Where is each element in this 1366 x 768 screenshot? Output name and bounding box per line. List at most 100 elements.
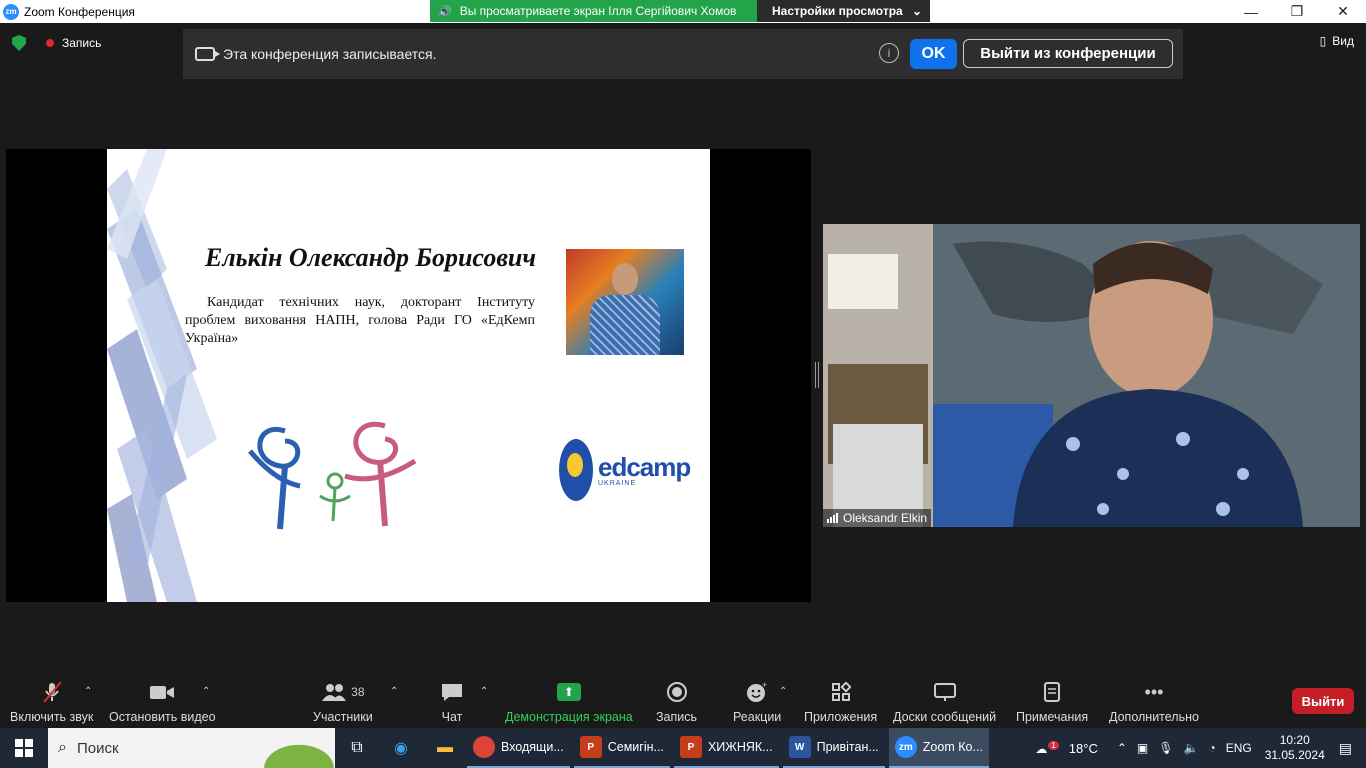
portrait-body [590, 295, 660, 355]
participant-name-tag: Oleksandr Elkin [823, 509, 932, 527]
network-icon[interactable]: ◔ [1208, 741, 1215, 755]
share-screen-label: Демонстрация экрана [505, 710, 633, 724]
window-controls: — ❐ ✕ [1228, 0, 1366, 23]
edcamp-drop-icon [559, 439, 593, 501]
volume-icon[interactable]: 🔈 [1183, 741, 1198, 755]
portrait-head [612, 263, 638, 295]
participants-count: 38 [351, 685, 365, 699]
more-label: Дополнительно [1109, 710, 1199, 724]
meet-now-icon[interactable]: ▣ [1137, 741, 1148, 755]
notes-icon [1042, 680, 1062, 704]
view-label: Вид [1332, 34, 1354, 48]
taskbar-app-zoom[interactable]: zm Zoom Ко... [888, 728, 989, 768]
temperature[interactable]: 18°C [1069, 741, 1098, 756]
taskbar-app-powerpoint-1[interactable]: P Семигін... [573, 728, 670, 768]
whiteboard-icon [933, 680, 957, 704]
taskbar-app-chrome[interactable]: Входящи... [467, 728, 570, 768]
security-shield-icon[interactable] [12, 35, 26, 51]
participants-button[interactable]: 38 Участники [313, 680, 373, 724]
taskbar-search[interactable]: ⌕ Поиск [48, 728, 335, 768]
reactions-options-caret-icon[interactable]: ⌃ [779, 686, 787, 697]
windows-taskbar: ⌕ Поиск ⧉ ◉ ▬ Входящи... P Семигін... P … [0, 728, 1366, 768]
restore-button[interactable]: ❐ [1274, 0, 1320, 23]
audio-options-caret-icon[interactable]: ⌃ [84, 686, 92, 697]
unmute-button[interactable]: Включить звук [10, 680, 93, 724]
minimize-button[interactable]: — [1228, 0, 1274, 23]
more-dots-icon: ••• [1144, 681, 1164, 702]
search-icon: ⌕ [58, 739, 67, 756]
whiteboards-button[interactable]: Доски сообщений [893, 680, 996, 724]
reactions-button[interactable]: + Реакции [733, 680, 781, 724]
chrome-icon [473, 736, 495, 758]
window-titlebar: zm Zoom Конференция 🔊 Вы просматриваете … [0, 0, 1366, 23]
system-tray: ☁ 1 18°C ⌃ ▣ 🎙 🔈 ◔ ENG 10:20 31.05.2024 ▤ [1030, 728, 1366, 768]
task-view-icon[interactable]: ⧉ [335, 728, 379, 768]
chat-options-caret-icon[interactable]: ⌃ [480, 686, 488, 697]
close-window-button[interactable]: ✕ [1320, 0, 1366, 23]
edge-browser-icon[interactable]: ◉ [379, 728, 423, 768]
participants-options-caret-icon[interactable]: ⌃ [390, 686, 398, 697]
meeting-status-bar: Запись [8, 32, 101, 54]
leave-meeting-button[interactable]: Выйти из конференции [963, 39, 1173, 68]
clock-time: 10:20 [1279, 733, 1310, 747]
share-screen-icon: ⬆ [556, 680, 581, 704]
presentation-slide: Елькін Олександр Борисович Кандидат техн… [107, 149, 710, 602]
view-grid-icon: ▯ [1319, 34, 1327, 48]
panel-splitter-handle[interactable] [815, 362, 819, 388]
powerpoint-icon: P [579, 736, 602, 758]
view-settings-label: Настройки просмотра [772, 4, 903, 18]
clock-date: 31.05.2024 [1264, 748, 1325, 762]
powerpoint-icon: P [679, 736, 702, 758]
taskbar-app-label: Привітан... [816, 740, 879, 754]
share-screen-button[interactable]: ⬆ Демонстрация экрана [505, 680, 633, 724]
apps-button[interactable]: Приложения [804, 680, 877, 724]
chevron-up-icon[interactable]: ⌃ [1117, 741, 1127, 755]
unmute-label: Включить звук [10, 710, 94, 724]
participant-video[interactable]: Oleksandr Elkin [823, 224, 1360, 527]
more-button[interactable]: ••• Дополнительно [1109, 680, 1199, 725]
whiteboards-label: Доски сообщений [893, 710, 997, 724]
ok-button[interactable]: OK [910, 39, 957, 69]
recording-notice-text: Эта конференция записывается. [223, 46, 437, 62]
camera-icon [195, 47, 220, 61]
start-button[interactable] [0, 728, 48, 768]
chevron-down-icon: ⌄ [911, 4, 922, 18]
file-explorer-icon[interactable]: ▬ [423, 728, 467, 768]
video-camera-icon [149, 680, 175, 704]
participants-label: Участники [313, 710, 373, 724]
reactions-label: Реакции [733, 710, 782, 724]
language-indicator[interactable]: ENG [1226, 741, 1252, 755]
stop-video-button[interactable]: Остановить видео [109, 680, 216, 724]
view-settings-button[interactable]: Настройки просмотра ⌄ [757, 0, 930, 22]
slide-description: Кандидат технічних наук, докторант Інсти… [185, 295, 535, 346]
slide-title: Елькін Олександр Борисович [205, 243, 537, 272]
windows-logo-icon [15, 739, 33, 757]
apps-icon [831, 680, 851, 704]
apps-label: Приложения [804, 710, 878, 724]
record-button[interactable]: Запись [656, 680, 697, 724]
info-icon[interactable]: i [879, 43, 899, 63]
taskbar-app-word[interactable]: W Привітан... [782, 728, 885, 768]
view-button[interactable]: ▯ Вид [1320, 34, 1354, 48]
recording-notice: Эта конференция записывается. i OK Выйти… [183, 29, 1183, 79]
weather-icon[interactable]: ☁ 1 [1035, 740, 1059, 756]
signal-strength-icon [827, 513, 838, 523]
clock[interactable]: 10:20 31.05.2024 [1265, 733, 1325, 763]
recording-indicator[interactable]: Запись [62, 36, 101, 50]
svg-text:+: + [762, 681, 767, 690]
microphone-icon[interactable]: 🎙 [1158, 741, 1173, 755]
window-title: Zoom Конференция [24, 4, 135, 19]
notifications-icon[interactable]: ▤ [1339, 740, 1352, 757]
speaker-icon: 🔊 [438, 5, 452, 18]
exit-meeting-button[interactable]: Выйти [1292, 688, 1354, 714]
record-icon [666, 680, 688, 704]
video-options-caret-icon[interactable]: ⌃ [202, 686, 210, 697]
chat-button[interactable]: Чат [440, 680, 464, 724]
notes-button[interactable]: Примечания [1016, 680, 1088, 724]
chat-label: Чат [441, 710, 463, 724]
shared-screen[interactable]: Елькін Олександр Борисович Кандидат техн… [6, 149, 811, 602]
slide-ribbon-decoration [107, 149, 217, 602]
taskbar-app-label: Семигін... [607, 740, 664, 754]
stop-video-label: Остановить видео [109, 710, 216, 724]
taskbar-app-powerpoint-2[interactable]: P ХИЖНЯК... [673, 728, 779, 768]
